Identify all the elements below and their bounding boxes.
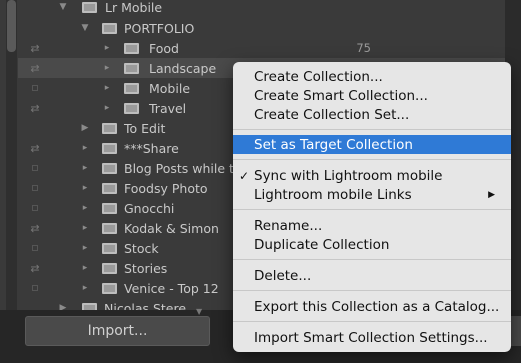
disclosure-triangle-icon: ▸ [82, 223, 88, 233]
collection-icon [102, 183, 117, 194]
sync-checkbox-icon[interactable] [28, 158, 42, 178]
checkmark-icon: ✓ [239, 168, 250, 183]
tree-label: Landscape [149, 60, 217, 76]
collection-set-icon [82, 2, 97, 13]
tree-label: Mobile [149, 80, 191, 96]
scrollbar-thumb[interactable] [7, 0, 16, 52]
menu-item-export-as-catalog[interactable]: Export this Collection as a Catalog... [233, 297, 511, 316]
panel-resize-handle-icon[interactable]: ▼ [196, 307, 206, 316]
sync-icon[interactable]: ⇄ [28, 218, 42, 238]
menu-separator [233, 209, 511, 210]
tree-label: To Edit [124, 120, 166, 136]
lightroom-window: ▼ Lr Mobile ▼ PORTFOLIO ⇄ ▸ Food 75 ⇄ ▸ … [0, 0, 521, 363]
collection-icon [102, 243, 117, 254]
collapsed-triangle-icon[interactable]: ▶ [58, 298, 68, 310]
collection-set-icon [102, 123, 117, 134]
sync-icon[interactable]: ⇄ [28, 58, 42, 78]
disclosure-triangle-icon: ▸ [82, 263, 88, 273]
tree-label: Venice - Top 12 [124, 280, 219, 296]
menu-separator [233, 129, 511, 130]
sync-checkbox-icon[interactable] [28, 278, 42, 298]
tree-label: Travel [149, 100, 187, 116]
sync-checkbox-icon[interactable] [28, 198, 42, 218]
sync-icon[interactable]: ⇄ [28, 258, 42, 278]
context-menu: Create Collection... Create Smart Collec… [233, 62, 511, 352]
collection-icon [124, 43, 139, 54]
tree-label: ***Share [124, 140, 179, 156]
tree-label: Food [149, 40, 179, 56]
sync-icon[interactable]: ⇄ [28, 138, 42, 158]
collection-icon [124, 63, 139, 74]
menu-item-create-collection[interactable]: Create Collection... [233, 67, 511, 86]
tree-label: Stories [124, 260, 168, 276]
disclosure-triangle-icon: ▸ [104, 43, 110, 53]
menu-item-label: Sync with Lightroom mobile [254, 167, 443, 184]
disclosure-triangle-icon: ▸ [82, 143, 88, 153]
menu-item-import-smart-collection-settings[interactable]: Import Smart Collection Settings... [233, 328, 511, 347]
menu-item-set-target-collection[interactable]: Set as Target Collection [233, 135, 511, 154]
menu-item-duplicate-collection[interactable]: Duplicate Collection [233, 235, 511, 254]
disclosure-triangle-icon: ▸ [82, 183, 88, 193]
collection-set-icon [82, 303, 97, 310]
menu-item-label: Lightroom mobile Links [254, 186, 412, 203]
submenu-arrow-icon: ▶ [488, 189, 495, 200]
collection-icon [124, 83, 139, 94]
tree-label: Stock [124, 240, 159, 256]
disclosure-triangle-icon: ▸ [104, 83, 110, 93]
disclosure-triangle-icon: ▸ [104, 63, 110, 73]
disclosure-triangle-icon: ▸ [82, 163, 88, 173]
collection-icon [102, 163, 117, 174]
collection-icon [102, 263, 117, 274]
import-button[interactable]: Import... [25, 316, 210, 346]
menu-item-rename[interactable]: Rename... [233, 216, 511, 235]
disclosure-triangle-icon: ▸ [82, 243, 88, 253]
sync-checkbox-icon[interactable] [28, 178, 42, 198]
sync-icon[interactable]: ⇄ [28, 98, 42, 118]
disclosure-triangle-icon: ▸ [82, 203, 88, 213]
collection-icon [102, 203, 117, 214]
menu-separator [233, 290, 511, 291]
disclosure-triangle-icon: ▸ [104, 103, 110, 113]
sync-checkbox-icon[interactable] [28, 238, 42, 258]
tree-label: Foodsy Photo [124, 180, 208, 196]
tree-row-lr-mobile[interactable]: ▼ Lr Mobile [18, 0, 505, 17]
menu-separator [233, 159, 511, 160]
collection-icon [102, 223, 117, 234]
sync-icon[interactable]: ⇄ [28, 38, 42, 58]
expand-triangle-icon[interactable]: ▼ [58, 0, 68, 17]
tree-label: Nicolas Stere [104, 300, 187, 311]
tree-row-food[interactable]: ⇄ ▸ Food 75 [18, 38, 505, 58]
tree-label: PORTFOLIO [124, 20, 195, 36]
menu-separator [233, 321, 511, 322]
expand-triangle-icon[interactable]: ▼ [80, 18, 90, 38]
sync-checkbox-icon[interactable] [28, 78, 42, 98]
menu-item-sync-lightroom-mobile[interactable]: ✓ Sync with Lightroom mobile [233, 166, 511, 185]
menu-item-create-collection-set[interactable]: Create Collection Set... [233, 105, 511, 124]
tree-label: Lr Mobile [105, 0, 163, 15]
collection-set-icon [102, 23, 117, 34]
photo-count: 75 [356, 41, 371, 55]
tree-label: Gnocchi [124, 200, 175, 216]
menu-separator [233, 259, 511, 260]
tree-row-portfolio[interactable]: ▼ PORTFOLIO [18, 18, 505, 38]
menu-item-create-smart-collection[interactable]: Create Smart Collection... [233, 86, 511, 105]
collection-icon [124, 103, 139, 114]
collection-icon [102, 283, 117, 294]
menu-item-delete[interactable]: Delete... [233, 266, 511, 285]
tree-label: Kodak & Simon [124, 220, 219, 236]
disclosure-triangle-icon: ▸ [82, 283, 88, 293]
panel-scrollbar[interactable] [6, 0, 17, 310]
menu-item-lightroom-mobile-links[interactable]: Lightroom mobile Links ▶ [233, 185, 511, 204]
collapsed-triangle-icon[interactable]: ▶ [80, 118, 90, 138]
collection-icon [102, 143, 117, 154]
tree-label: Blog Posts while tra [124, 160, 247, 176]
